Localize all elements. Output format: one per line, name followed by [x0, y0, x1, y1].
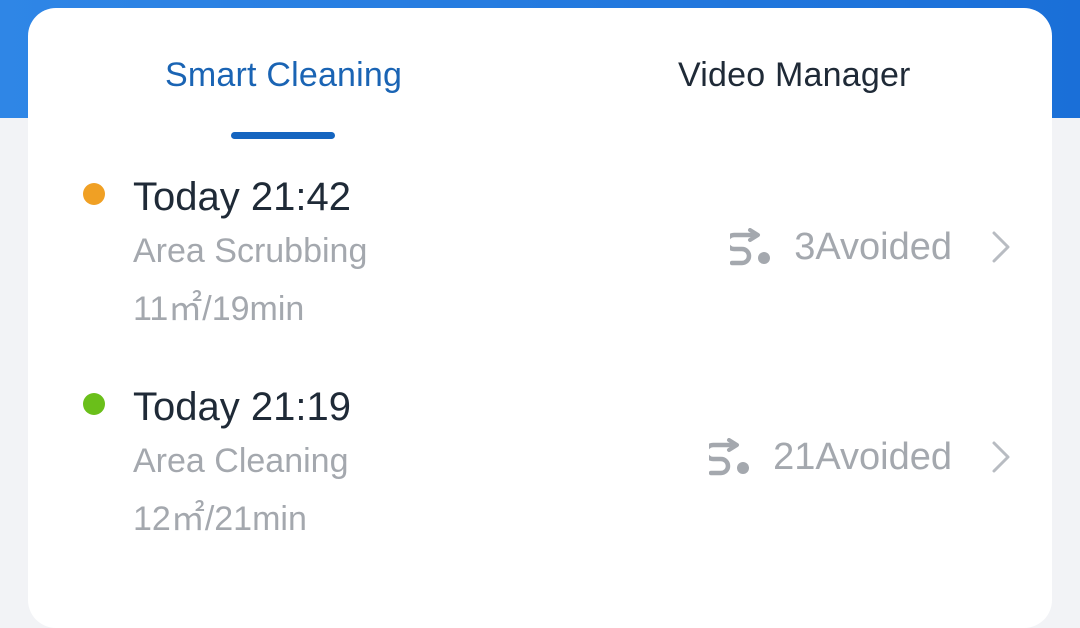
- obstacle-avoid-summary: 3Avoided: [730, 226, 952, 269]
- avoided-count: 3Avoided: [794, 226, 952, 268]
- tab-bar: Smart Cleaning Video Manager: [28, 8, 1052, 148]
- tab-video-manager[interactable]: Video Manager: [678, 56, 911, 95]
- chevron-right-icon: [992, 441, 1010, 473]
- route-avoid-icon: [730, 227, 771, 265]
- active-tab-indicator: [231, 132, 335, 139]
- records-card: Smart Cleaning Video Manager Today 21:42…: [28, 8, 1052, 628]
- status-dot: [83, 183, 105, 205]
- chevron-right-icon: [992, 231, 1010, 263]
- tab-smart-cleaning[interactable]: Smart Cleaning: [165, 56, 402, 95]
- route-avoid-icon: [709, 437, 750, 475]
- cleaning-record-item[interactable]: Today 21:19 Area Cleaning 12㎡/21min 21Av…: [28, 378, 1052, 558]
- record-area-duration: 12㎡/21min: [133, 500, 307, 538]
- cleaning-record-item[interactable]: Today 21:42 Area Scrubbing 11㎡/19min 3Av…: [28, 168, 1052, 348]
- avoided-count: 21Avoided: [773, 436, 952, 478]
- record-mode: Area Scrubbing: [133, 232, 368, 270]
- obstacle-avoid-summary: 21Avoided: [709, 436, 952, 479]
- record-time: Today 21:42: [133, 175, 351, 219]
- record-mode: Area Cleaning: [133, 442, 349, 480]
- record-time: Today 21:19: [133, 385, 351, 429]
- record-area-duration: 11㎡/19min: [133, 290, 305, 328]
- status-dot: [83, 393, 105, 415]
